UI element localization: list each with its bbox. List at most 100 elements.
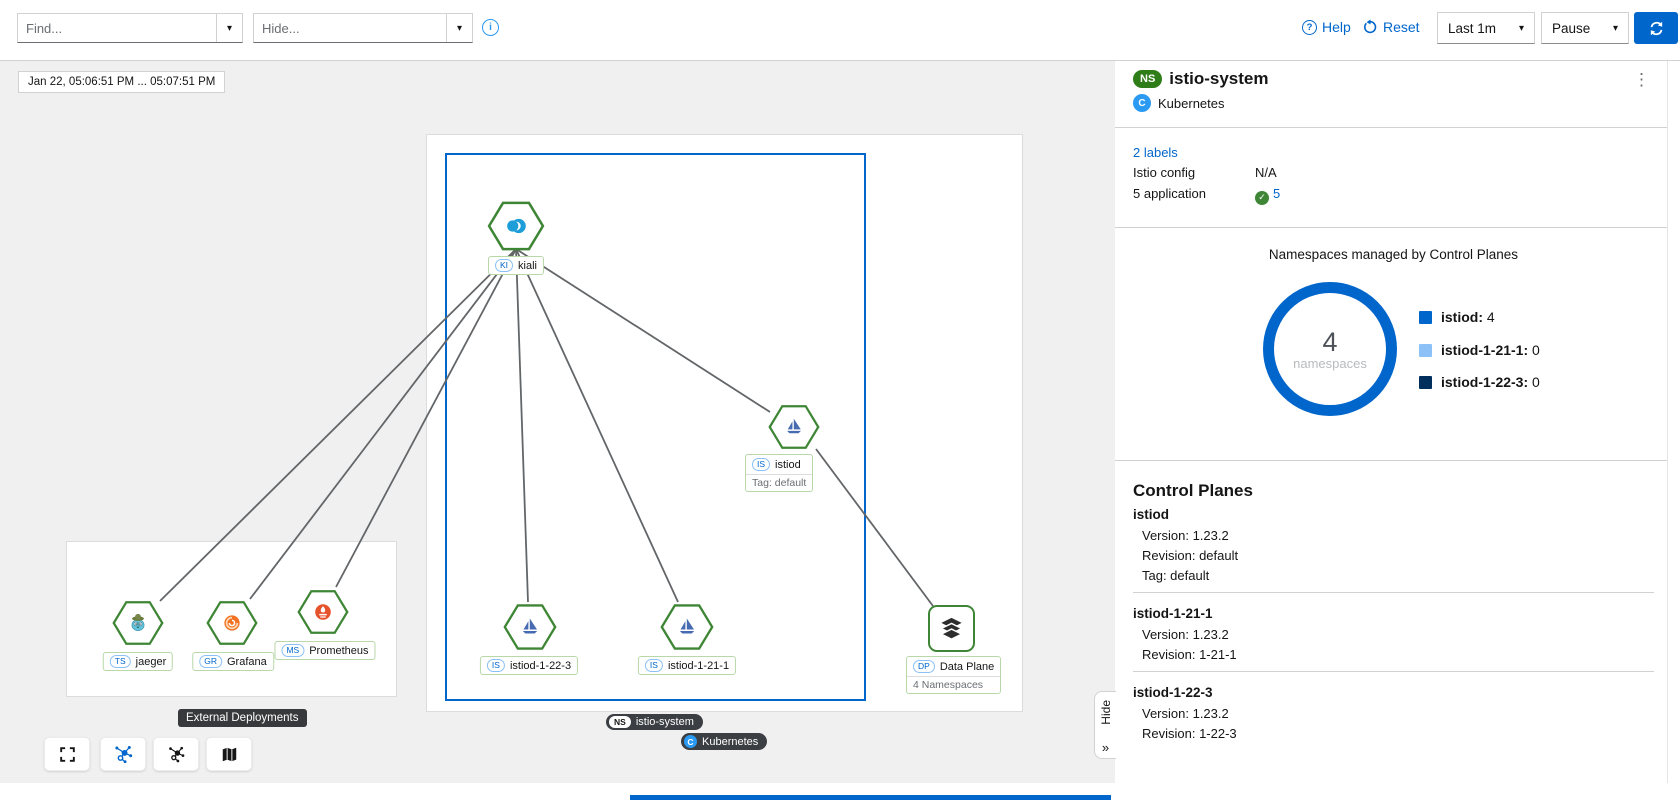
node-label-istiod[interactable]: IS istiod Tag: default [745,454,813,492]
node-istiod[interactable] [768,403,820,456]
node-label-text: Grafana [227,656,267,668]
external-deployments-label: External Deployments [178,709,307,727]
map-icon [220,745,239,764]
dataplane-type-badge: DP [913,660,935,673]
namespace-label-text: istio-system [636,716,694,728]
tracing-type-badge: TS [110,655,131,668]
donut-center-value: 4 [1322,328,1337,356]
node-label-text: kiali [518,260,537,272]
control-plane-tag: Tag: default [1142,568,1209,583]
refresh-interval-select[interactable]: Pause ▾ [1541,12,1629,44]
divider [1115,127,1668,128]
legend-item-istiod-1-22-3: istiod-1-22-3: 0 [1419,374,1540,390]
hide-panel-tab[interactable]: Hide » [1094,691,1116,759]
caret-down-icon: ▾ [457,23,462,34]
cluster-name: Kubernetes [1158,96,1225,111]
legend-label: istiod: [1441,309,1483,325]
refresh-button[interactable] [1634,12,1678,44]
hide-tab-label: Hide [1099,700,1113,725]
node-label-prometheus[interactable]: MS Prometheus [274,641,375,660]
sync-icon [1648,20,1665,37]
cluster-box-label[interactable]: C Kubernetes [681,733,767,750]
application-label: 5 application [1133,186,1206,201]
node-kiali[interactable] [487,201,545,256]
namespace-box-label[interactable]: NS istio-system [606,714,703,730]
control-planes-heading: Control Planes [1133,481,1253,501]
legend-item-istiod-1-21-1: istiod-1-21-1: 0 [1419,342,1540,358]
control-plane-name: istiod-1-22-3 [1133,685,1213,700]
check-circle-icon: ✓ [1255,191,1269,205]
application-count: 5 [1273,186,1280,201]
prometheus-icon [315,604,331,620]
node-sublabel-namespaces: 4 Namespaces [907,676,1000,693]
caret-down-icon: ▾ [1519,23,1524,34]
kiali-mesh-page: ▾ ▾ i ? Help Reset Last 1m ▾ Pause ▾ [0,0,1680,800]
node-label-istiod-1-22-3[interactable]: IS istiod-1-22-3 [480,656,578,675]
node-label-text: Prometheus [309,645,368,657]
summary-panel: NS istio-system ⋮ C Kubernetes 2 labels … [1115,61,1668,783]
cluster-badge: C [1133,94,1151,112]
node-label-grafana[interactable]: GR Grafana [192,652,274,671]
kebab-menu-icon[interactable]: ⋮ [1627,67,1656,93]
istio-config-label: Istio config [1133,165,1195,180]
control-plane-revision: Revision: default [1142,548,1238,563]
find-dropdown-caret[interactable]: ▾ [216,14,242,42]
help-button[interactable]: ? Help [1302,19,1351,35]
namespace-layout-button[interactable] [153,737,199,771]
namespaces-donut-chart: 4 namespaces [1263,282,1397,416]
legend-swatch [1419,311,1432,324]
info-icon[interactable]: i [482,19,499,36]
legend-button[interactable] [206,737,252,771]
control-plane-version: Version: 1.23.2 [1142,627,1229,642]
legend-label: istiod-1-22-3: [1441,374,1528,390]
node-istiod-1-22-3[interactable] [503,603,557,656]
horizontal-scrollbar[interactable] [630,795,1111,800]
node-data-plane[interactable] [928,605,975,652]
node-prometheus[interactable] [297,588,349,641]
fit-to-screen-button[interactable] [44,737,90,771]
hide-dropdown-caret[interactable]: ▾ [446,14,472,42]
node-label-istiod-1-21-1[interactable]: IS istiod-1-21-1 [638,656,736,675]
grafana-type-badge: GR [199,655,222,668]
help-label: Help [1322,19,1351,35]
topology-icon [113,744,134,765]
divider [1133,592,1654,593]
control-plane-name: istiod [1133,507,1169,522]
node-label-text: istiod-1-21-1 [668,660,729,672]
hide-input-group: ▾ [253,13,473,43]
control-plane-revision: Revision: 1-22-3 [1142,726,1237,741]
istio-type-badge: IS [487,659,505,672]
caret-down-icon: ▾ [227,23,232,34]
legend-swatch [1419,344,1432,357]
graph-toolbar: ▾ ▾ i ? Help Reset Last 1m ▾ Pause ▾ [0,0,1680,61]
find-input[interactable] [18,14,216,42]
collapse-chevron-icon: » [1102,743,1109,753]
application-health[interactable]: ✓5 [1255,186,1280,205]
node-label-text: jaeger [136,656,167,668]
panel-scrollbar-track[interactable] [1667,61,1668,783]
graph-time-range: Jan 22, 05:06:51 PM ... 05:07:51 PM [18,71,225,93]
istio-type-badge: IS [645,659,663,672]
divider [1115,460,1668,461]
find-input-group: ▾ [17,13,243,43]
cluster-label-text: Kubernetes [702,736,758,748]
node-label-kiali[interactable]: KI kiali [488,256,544,275]
labels-link[interactable]: 2 labels [1133,145,1178,160]
layers-icon [938,615,965,642]
legend-count: 0 [1532,342,1540,358]
reset-button[interactable]: Reset [1362,19,1420,35]
mesh-graph-canvas[interactable]: Jan 22, 05:06:51 PM ... 05:07:51 PM [0,61,1115,783]
namespace-badge: NS [1133,70,1162,88]
duration-select[interactable]: Last 1m ▾ [1437,12,1535,44]
hide-input[interactable] [254,14,446,42]
grafana-icon [224,615,239,630]
node-grafana[interactable] [206,599,258,652]
node-label-text: Data Plane [940,661,994,673]
node-jaeger[interactable] [112,599,164,652]
node-istiod-1-21-1[interactable] [660,603,714,656]
cluster-badge: C [684,735,697,748]
graph-layout-button[interactable] [100,737,146,771]
refresh-interval-value: Pause [1552,21,1590,36]
node-label-jaeger[interactable]: TS jaeger [103,652,173,671]
node-label-data-plane[interactable]: DP Data Plane 4 Namespaces [906,656,1001,694]
